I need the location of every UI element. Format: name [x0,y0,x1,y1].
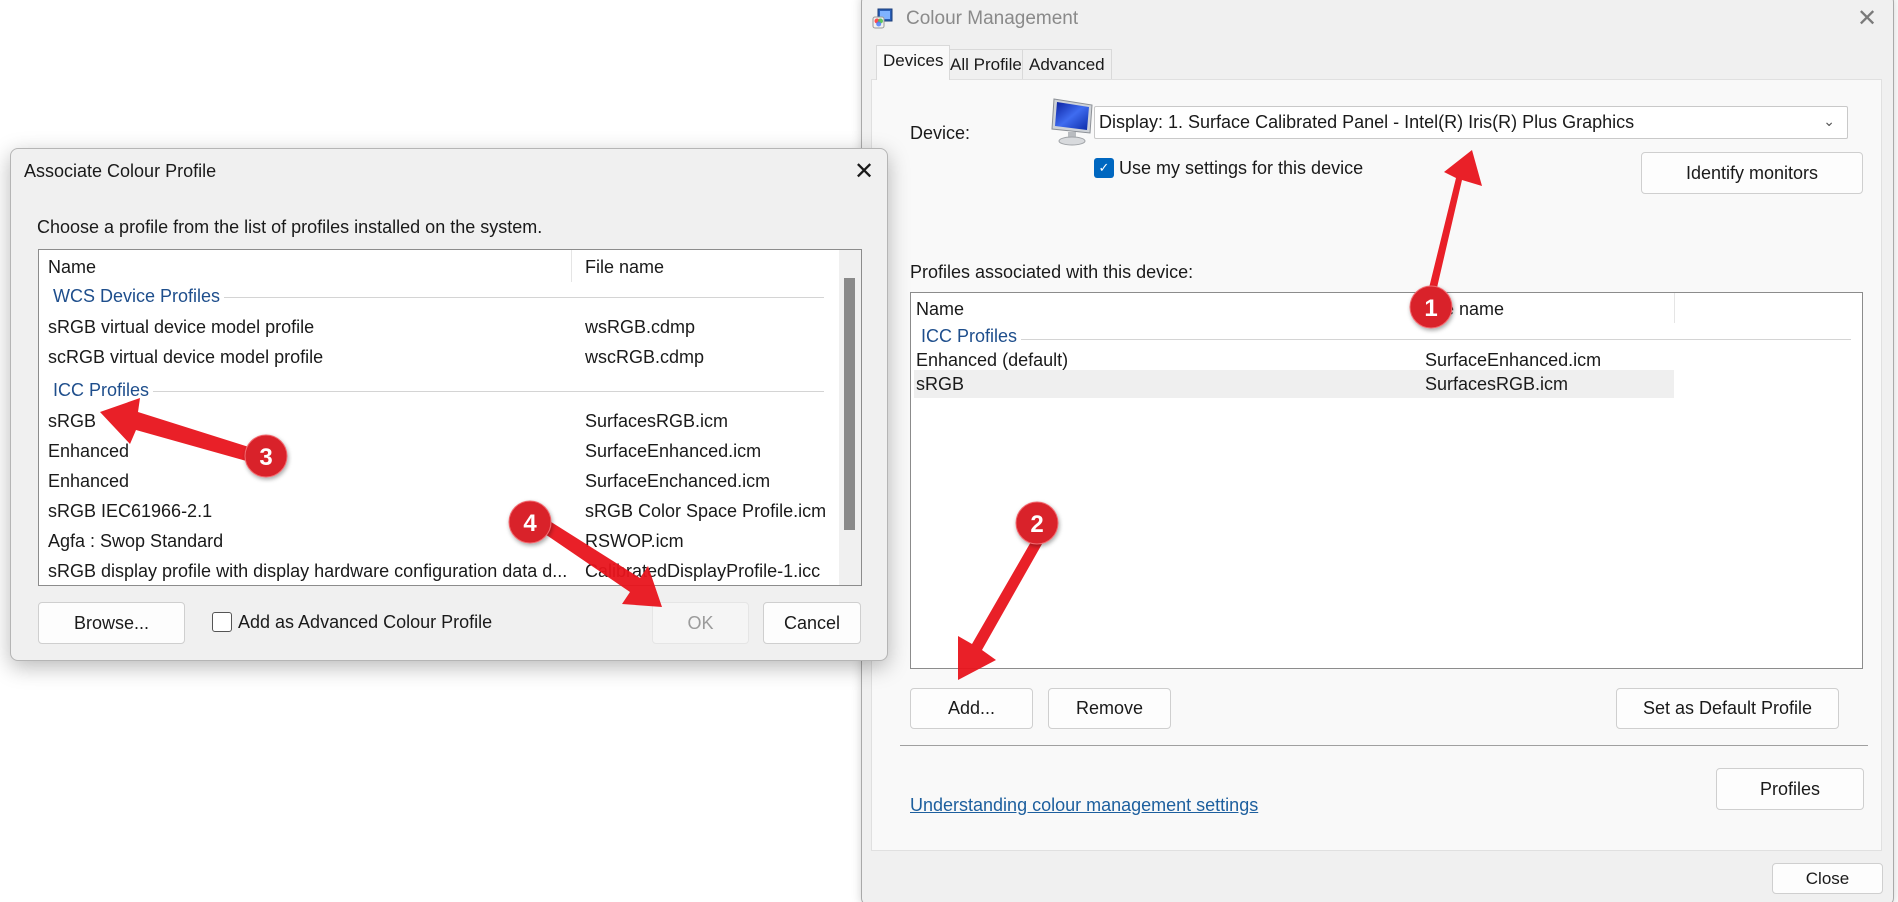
device-dropdown[interactable]: Display: 1. Surface Calibrated Panel - I… [1094,106,1848,139]
group-label-icc-profiles: ICC Profiles [51,380,154,401]
device-label: Device: [910,123,971,143]
divider [900,745,1868,746]
use-my-settings-label[interactable]: Use my settings for this device [1119,158,1363,179]
colour-management-window: Colour Management ✕ Devices All Profiles… [861,0,1894,902]
installed-profiles-list[interactable]: Name File name WCS Device Profiles sRGB … [38,249,862,586]
chevron-down-icon: ⌄ [1823,113,1835,129]
profiles-button[interactable]: Profiles [1716,768,1864,810]
scrollbar-thumb[interactable] [844,278,855,530]
profiles-associated-label: Profiles associated with this device: [910,262,1194,282]
associated-profiles-list[interactable]: Name File name ICC Profiles Enhanced (de… [910,292,1863,669]
add-as-advanced-label[interactable]: Add as Advanced Colour Profile [238,612,492,633]
profile-name: sRGB [916,374,965,394]
profile-file-name: RSWOP.icm [585,531,684,551]
column-header-file-name[interactable]: File name [585,257,664,278]
column-divider[interactable] [571,250,572,282]
ok-button[interactable]: OK [652,602,749,644]
column-divider [1674,293,1675,323]
profile-name: sRGB virtual device model profile [48,317,315,337]
window-title: Colour Management [906,8,1079,29]
colour-management-app-icon [872,8,893,29]
profile-name: Enhanced (default) [916,350,1069,370]
profile-file-name: sRGB Color Space Profile.icm [585,501,827,521]
profile-file-name: wsRGB.cdmp [585,317,696,337]
profile-name: scRGB virtual device model profile [48,347,324,367]
vertical-scrollbar[interactable] [839,250,861,585]
device-dropdown-value: Display: 1. Surface Calibrated Panel - I… [1099,112,1635,132]
tab-advanced[interactable]: Advanced [1022,49,1112,79]
close-icon: ✕ [853,158,875,185]
profile-name: Enhanced [48,471,130,491]
profile-name: sRGB [48,411,97,431]
dialog-close-button[interactable]: ✕ [849,157,879,187]
close-button[interactable]: Close [1772,863,1883,894]
profile-file-name: SurfaceEnhanced.icm [585,441,762,461]
list-row-selected[interactable]: sRGB SurfacesRGB.icm [914,370,1674,398]
profile-name: Agfa : Swop Standard [48,531,224,551]
browse-button[interactable]: Browse... [38,602,185,644]
dialog-title: Associate Colour Profile [24,161,217,181]
add-as-advanced-checkbox[interactable] [212,612,232,632]
group-divider [921,339,1851,340]
profile-name: sRGB IEC61966-2.1 [48,501,213,521]
column-header-name[interactable]: Name [48,257,96,278]
column-header-name[interactable]: Name [916,299,964,320]
checkmark-icon: ✓ [1098,160,1110,175]
column-divider[interactable] [1420,293,1421,323]
group-divider [51,391,824,392]
instruction-text: Choose a profile from the list of profil… [37,217,543,237]
add-profile-button[interactable]: Add... [910,688,1033,729]
profile-file-name: SurfacesRGB.icm [1425,374,1569,394]
profile-file-name: CalibratedDisplayProfile-1.icc [585,561,821,581]
profile-name: Enhanced [48,441,130,461]
window-close-button[interactable]: ✕ [1852,4,1882,34]
tab-devices[interactable]: Devices [876,45,951,80]
set-as-default-profile-button[interactable]: Set as Default Profile [1616,688,1839,729]
profile-file-name: wscRGB.cdmp [585,347,705,367]
monitor-icon [1051,98,1093,146]
associate-colour-profile-dialog: Associate Colour Profile ✕ Choose a prof… [10,148,888,661]
remove-profile-button[interactable]: Remove [1048,688,1171,729]
column-header-file-name[interactable]: File name [1425,299,1504,320]
devices-tab-panel: Device: Display: 1. Surface Calibrated P… [871,79,1882,851]
group-label-wcs-device-profiles: WCS Device Profiles [51,286,225,307]
use-my-settings-checkbox[interactable]: ✓ [1094,158,1114,178]
cancel-button[interactable]: Cancel [763,602,861,644]
group-label-icc-profiles: ICC Profiles [921,326,1022,347]
profile-name: sRGB display profile with display hardwa… [48,561,568,581]
profile-file-name: SurfaceEnchanced.icm [585,471,771,491]
profile-file-name: SurfaceEnhanced.icm [1425,350,1602,370]
identify-monitors-button[interactable]: Identify monitors [1641,152,1863,194]
understanding-colour-management-link[interactable]: Understanding colour management settings [910,795,1258,816]
profile-file-name: SurfacesRGB.icm [585,411,729,431]
close-icon: ✕ [1856,5,1878,32]
